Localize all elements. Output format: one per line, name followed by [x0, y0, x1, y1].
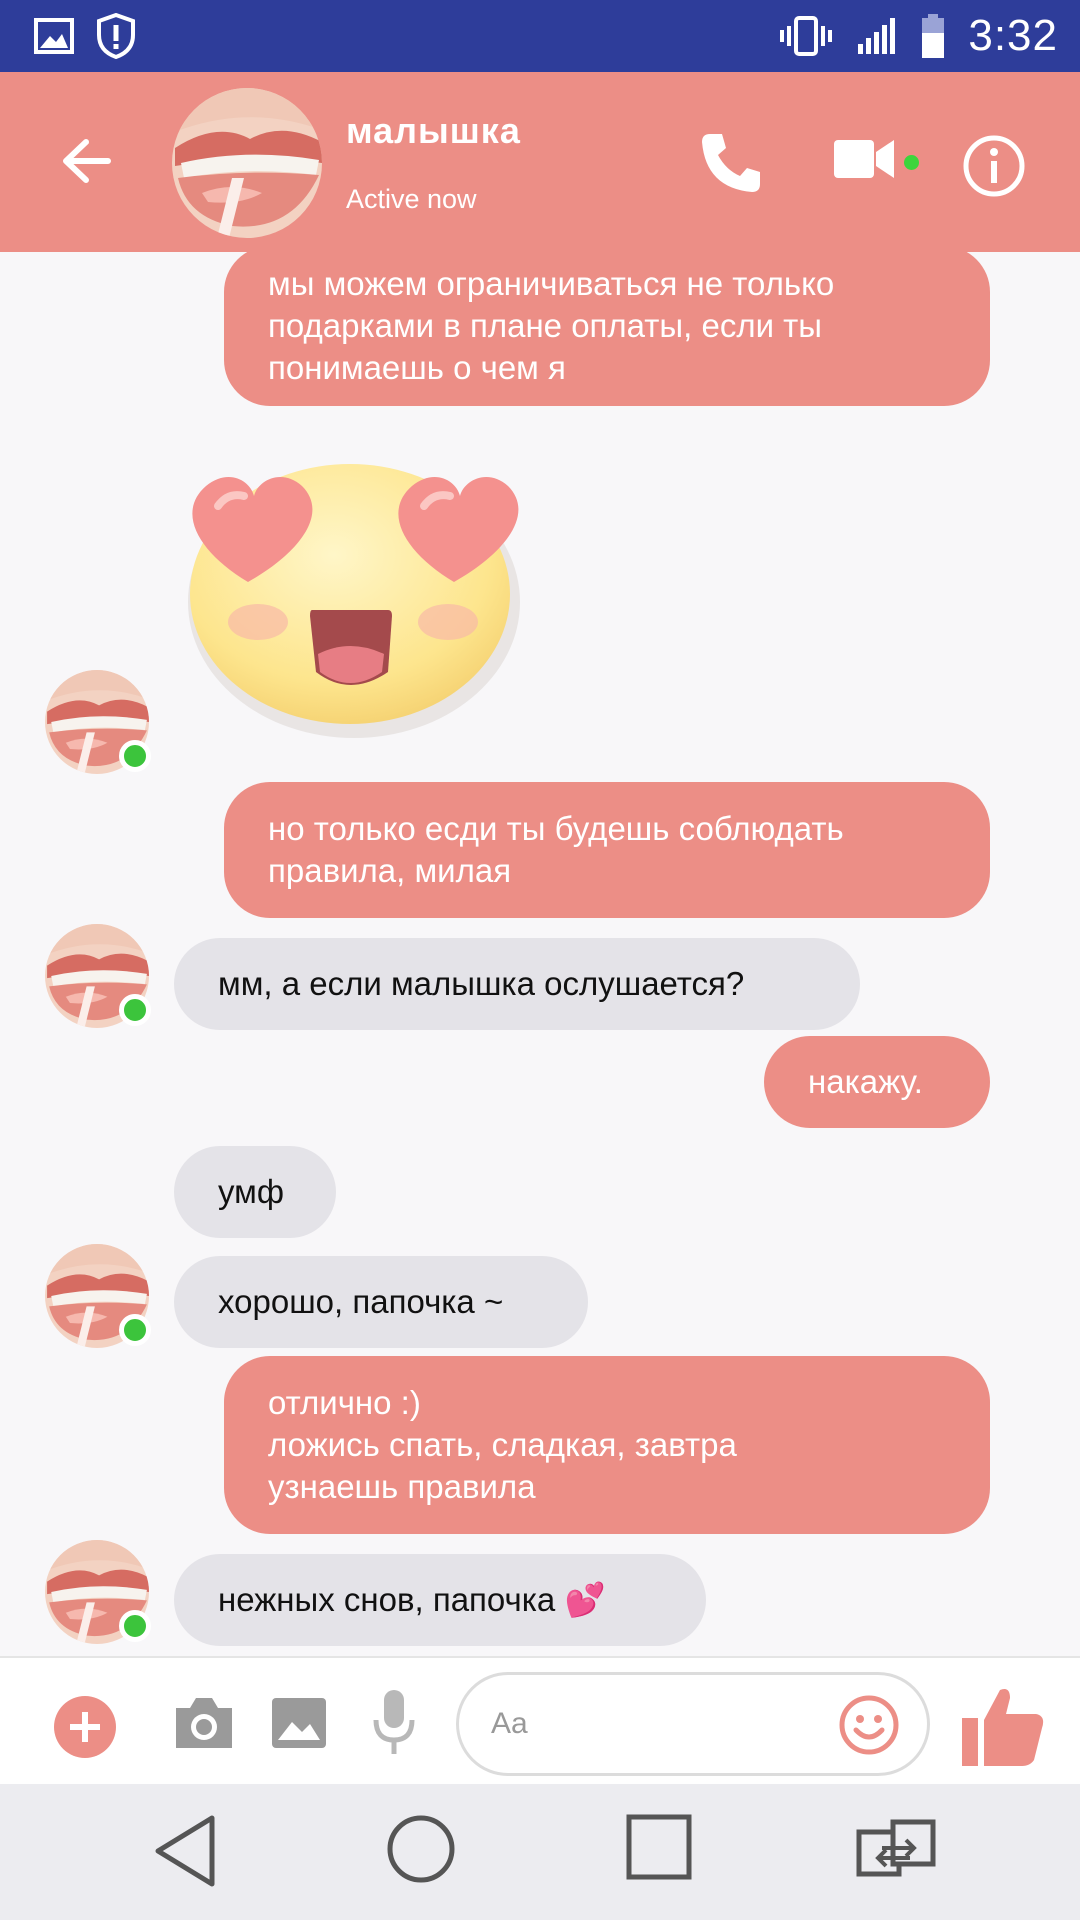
contact-avatar-small[interactable] [45, 1244, 151, 1348]
microphone-icon[interactable] [370, 1688, 418, 1758]
message-line: нежных снов, папочка 💕 [218, 1579, 662, 1621]
shield-alert-icon [96, 13, 136, 59]
online-indicator [119, 1314, 151, 1346]
message-line: хорошо, папочка ~ [218, 1283, 504, 1320]
contact-avatar[interactable] [172, 88, 322, 238]
info-icon[interactable] [962, 134, 1026, 198]
message-line: мы можем ограничиваться не только [268, 265, 835, 302]
signal-icon [856, 16, 898, 56]
message-line: мм, а если малышка ослушается? [218, 965, 745, 1002]
online-indicator [119, 994, 151, 1026]
status-bar: 3:32 [0, 0, 1080, 72]
video-icon[interactable] [832, 134, 896, 184]
outgoing-message[interactable]: но только есди ты будешь соблюдать прави… [224, 782, 990, 918]
contact-status: Active now [346, 184, 477, 214]
thumbs-up-icon[interactable] [960, 1682, 1046, 1770]
contact-name[interactable]: малышка [346, 110, 521, 152]
message-line: подарками в плане оплаты, если ты [268, 307, 823, 344]
phone-icon[interactable] [696, 128, 766, 198]
gallery-icon[interactable] [270, 1696, 328, 1750]
emoji-icon[interactable] [838, 1694, 900, 1756]
camera-icon[interactable] [172, 1694, 236, 1752]
message-line: умф [218, 1173, 284, 1210]
nav-home-icon[interactable] [386, 1814, 456, 1884]
back-arrow-icon[interactable] [56, 130, 118, 192]
contact-avatar-small[interactable] [45, 924, 151, 1028]
contact-avatar-small[interactable] [45, 670, 151, 774]
image-notification-icon [34, 18, 74, 54]
incoming-message[interactable]: умф [174, 1146, 336, 1238]
video-online-indicator [904, 155, 919, 170]
message-line: правила, милая [268, 852, 512, 889]
system-navigation-bar [0, 1784, 1080, 1920]
incoming-message[interactable]: хорошо, папочка ~ [174, 1256, 588, 1348]
contact-avatar-small[interactable] [45, 1540, 151, 1644]
message-line: отлично :) [268, 1384, 421, 1421]
plus-icon[interactable] [54, 1696, 116, 1758]
message-text: нежных снов, папочка [218, 1581, 556, 1618]
online-indicator [119, 1610, 151, 1642]
message-line: ложись спать, сладкая, завтра [268, 1426, 737, 1463]
outgoing-message[interactable]: накажу. [764, 1036, 990, 1128]
message-line: понимаешь о чем я [268, 349, 566, 386]
incoming-message[interactable]: нежных снов, папочка 💕 [174, 1554, 706, 1646]
message-composer: Aa [0, 1656, 1080, 1784]
two-hearts-emoji: 💕 [564, 1581, 606, 1618]
outgoing-message[interactable]: мы можем ограничиваться не только подарк… [224, 252, 990, 406]
incoming-message[interactable]: мм, а если малышка ослушается? [174, 938, 860, 1030]
outgoing-message[interactable]: отлично :) ложись спать, сладкая, завтра… [224, 1356, 990, 1534]
heart-eyes-face-sticker[interactable] [178, 442, 538, 742]
conversation-header: малышка Active now [0, 72, 1080, 252]
vibrate-icon [778, 14, 834, 58]
battery-icon [920, 13, 946, 59]
nav-back-icon[interactable] [152, 1814, 218, 1888]
message-line: накажу. [808, 1063, 923, 1100]
nav-switch-icon[interactable] [856, 1818, 936, 1878]
message-line: но только есди ты будешь соблюдать [268, 810, 844, 847]
message-line: узнаешь правила [268, 1468, 536, 1505]
clock: 3:32 [968, 11, 1058, 60]
nav-recent-icon[interactable] [626, 1814, 692, 1880]
message-list[interactable]: мы можем ограничиваться не только подарк… [0, 252, 1080, 1656]
online-indicator [119, 740, 151, 772]
